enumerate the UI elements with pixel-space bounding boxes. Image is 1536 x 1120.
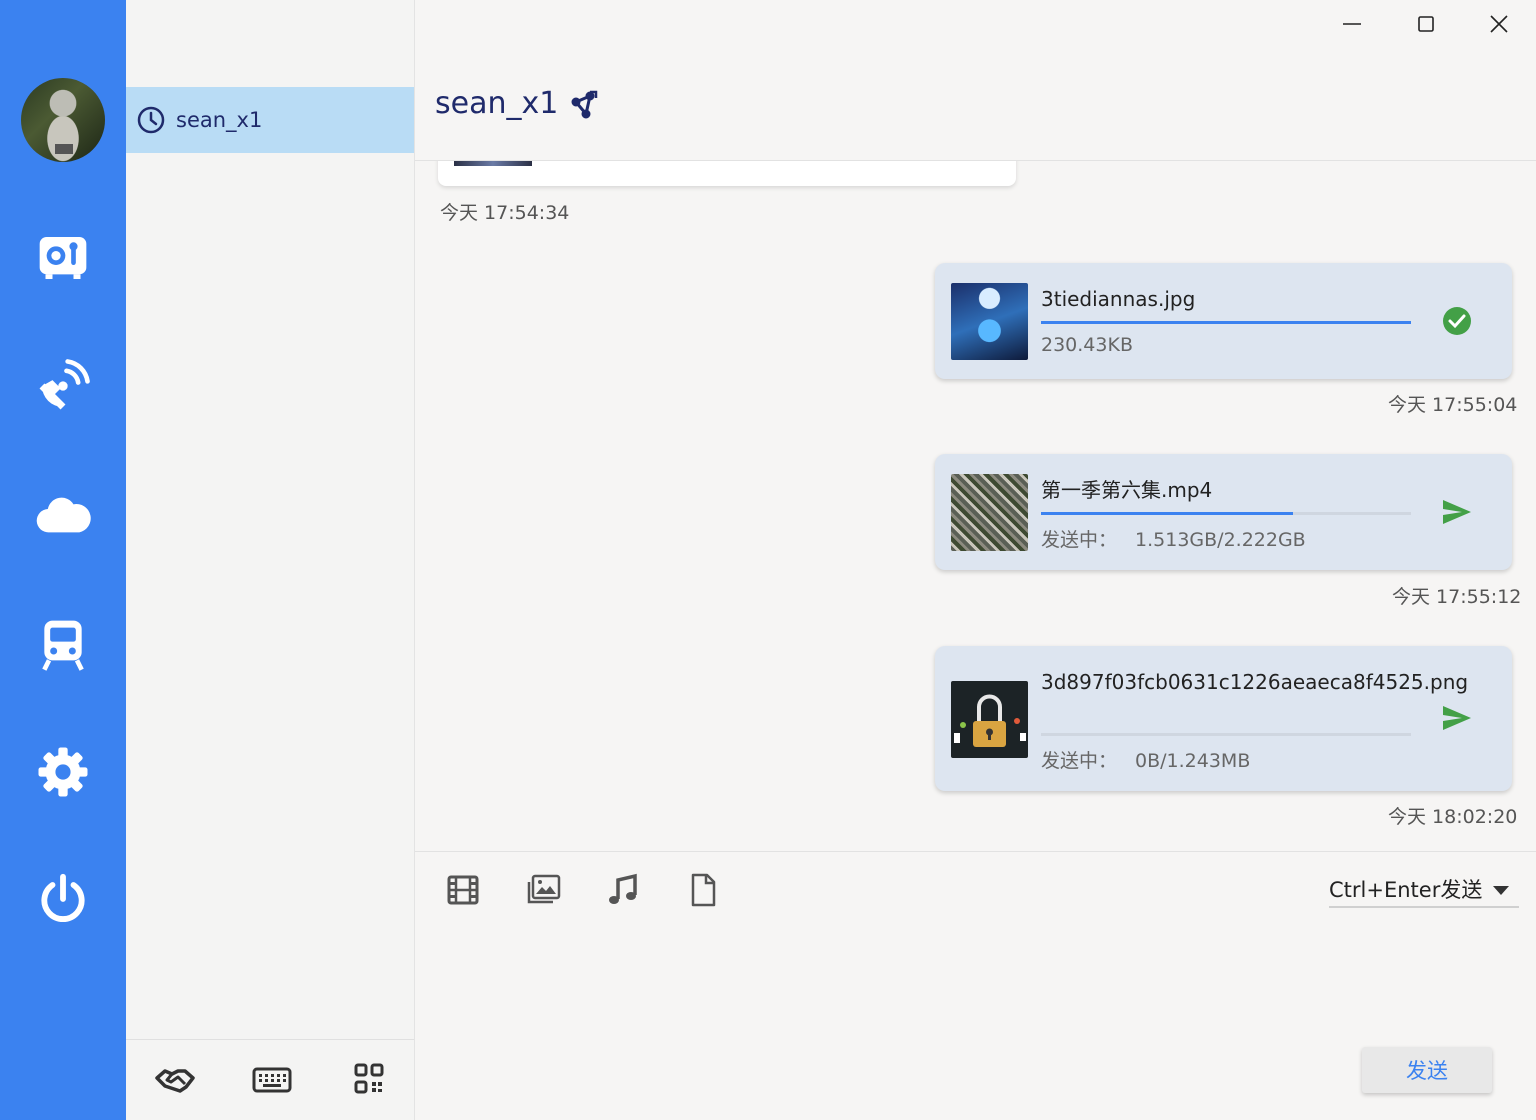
close-button[interactable]	[1481, 8, 1517, 40]
input-area: Ctrl+Enter发送 发送	[415, 851, 1536, 1120]
file-thumbnail	[951, 474, 1028, 551]
rail-item-power[interactable]	[33, 869, 93, 929]
qr-code-button[interactable]	[347, 1060, 391, 1100]
message-list[interactable]: 今天 17:54:34 3tiediannas.jpg 230.43KB 今天 …	[415, 161, 1536, 851]
rail-item-broadcast[interactable]	[33, 356, 93, 416]
contacts-panel: sean_x1	[126, 0, 415, 1120]
rail-item-settings[interactable]	[33, 742, 93, 802]
keyboard-icon	[252, 1067, 292, 1093]
file-name: 3tiediannas.jpg	[1041, 287, 1196, 311]
progress-fill	[1041, 321, 1411, 324]
file-status-label: 发送中：	[1041, 529, 1118, 551]
rail-item-train[interactable]	[33, 614, 93, 674]
power-icon	[41, 873, 85, 922]
send-arrow-icon	[1443, 706, 1471, 730]
send-mode-value: Ctrl+Enter发送	[1329, 878, 1483, 902]
avatar[interactable]	[21, 78, 105, 162]
message-timestamp: 今天 18:02:20	[1388, 806, 1518, 828]
train-icon	[42, 620, 84, 671]
close-icon	[1490, 15, 1508, 33]
send-image-button[interactable]	[522, 868, 566, 912]
status-sending	[1437, 492, 1477, 532]
gear-icon	[38, 747, 88, 797]
message-timestamp: 今天 17:54:34	[440, 202, 570, 224]
cloud-icon	[36, 497, 91, 533]
message-timestamp: 今天 17:55:04	[1388, 394, 1518, 416]
music-icon	[609, 873, 637, 904]
chat-title-text: sean_x1	[435, 86, 559, 121]
image-icon	[527, 874, 561, 904]
chevron-down-icon	[1493, 886, 1509, 895]
file-meta: 发送中： 1.513GB/2.222GB	[1041, 525, 1306, 552]
file-name: 第一季第六集.mp4	[1041, 478, 1213, 502]
send-file-button[interactable]	[681, 868, 725, 912]
file-thumbnail	[951, 283, 1028, 360]
send-video-button[interactable]	[441, 868, 485, 912]
maximize-icon	[1418, 16, 1434, 32]
contact-name: sean_x1	[176, 108, 263, 132]
file-size: 230.43KB	[1041, 334, 1133, 356]
file-message-card[interactable]: 第一季第六集.mp4 发送中： 1.513GB/2.222GB	[935, 454, 1512, 570]
chat-title: sean_x1	[435, 86, 600, 121]
keyboard-button[interactable]	[250, 1060, 294, 1100]
status-done	[1437, 301, 1477, 341]
send-button[interactable]: 发送	[1362, 1047, 1492, 1093]
satellite-dish-icon	[39, 359, 90, 410]
maximize-button[interactable]	[1408, 8, 1444, 40]
file-meta: 230.43KB	[1041, 334, 1133, 356]
file-status-label: 发送中：	[1041, 750, 1118, 772]
padlock-image	[954, 694, 1026, 747]
qr-code-icon	[354, 1063, 384, 1094]
status-sending	[1437, 698, 1477, 738]
progress-bar	[1041, 512, 1411, 515]
send-arrow-icon	[1443, 500, 1471, 524]
rail-item-safe[interactable]	[33, 228, 93, 288]
file-meta: 发送中： 0B/1.243MB	[1041, 746, 1250, 773]
check-circle-icon	[1443, 307, 1471, 335]
message-timestamp: 今天 17:55:12	[1392, 586, 1522, 608]
film-icon	[447, 875, 479, 905]
previous-image-thumbnail	[454, 161, 532, 166]
file-icon	[691, 873, 716, 907]
send-mode-select[interactable]: Ctrl+Enter发送	[1329, 872, 1519, 908]
file-name: 3d897f03fcb0631c1226aeaeca8f4525.png	[1041, 670, 1469, 694]
previous-message-bubble[interactable]	[438, 161, 1016, 186]
contacts-footer	[126, 1039, 414, 1120]
safe-icon	[39, 237, 87, 279]
progress-bar	[1041, 321, 1411, 324]
file-message-card[interactable]: 3d897f03fcb0631c1226aeaeca8f4525.png 发送中…	[935, 646, 1512, 791]
minimize-icon	[1343, 23, 1361, 25]
nav-rail	[0, 0, 126, 1120]
file-transfer-amount: 0B/1.243MB	[1135, 750, 1251, 772]
file-thumbnail	[951, 681, 1028, 758]
progress-fill	[1041, 512, 1293, 515]
rail-item-cloud[interactable]	[33, 486, 93, 546]
send-audio-button[interactable]	[601, 868, 645, 912]
handshake-button[interactable]	[153, 1060, 197, 1100]
contact-item-sean[interactable]: sean_x1	[126, 87, 414, 153]
file-message-card[interactable]: 3tiediannas.jpg 230.43KB	[935, 263, 1512, 379]
file-transfer-amount: 1.513GB/2.222GB	[1135, 529, 1306, 551]
clock-icon	[137, 106, 165, 134]
handshake-icon	[155, 1069, 195, 1093]
progress-bar	[1041, 733, 1411, 736]
network-share-icon[interactable]	[568, 88, 600, 120]
minimize-button[interactable]	[1334, 8, 1370, 40]
